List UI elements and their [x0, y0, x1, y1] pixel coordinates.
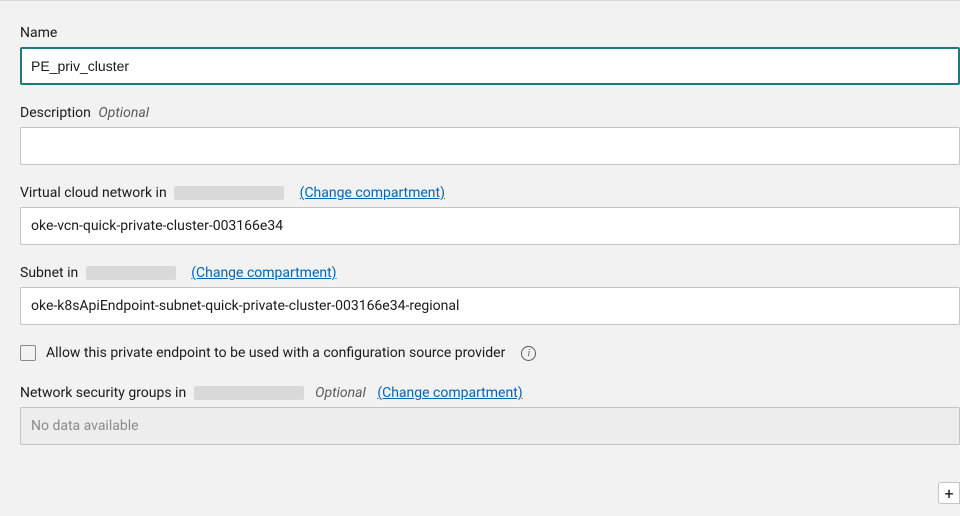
info-icon[interactable]: i: [521, 346, 536, 361]
description-label: Description Optional: [20, 105, 960, 121]
nsg-field-group: Network security groups in Optional (Cha…: [20, 385, 960, 445]
add-button[interactable]: +: [938, 482, 960, 504]
form-panel: Name Description Optional Virtual cloud …: [0, 0, 960, 516]
description-optional-text: Optional: [98, 105, 149, 121]
nsg-placeholder: No data available: [31, 418, 139, 434]
description-input[interactable]: [20, 127, 960, 165]
description-field-group: Description Optional: [20, 105, 960, 165]
subnet-label: Subnet in (Change compartment): [20, 265, 960, 281]
nsg-select[interactable]: No data available: [20, 407, 960, 445]
vcn-field-group: Virtual cloud network in (Change compart…: [20, 185, 960, 245]
subnet-select[interactable]: oke-k8sApiEndpoint-subnet-quick-private-…: [20, 287, 960, 325]
name-field-group: Name: [20, 25, 960, 85]
subnet-change-compartment-link[interactable]: (Change compartment): [191, 265, 336, 281]
vcn-label-prefix: Virtual cloud network in: [20, 185, 167, 201]
vcn-change-compartment-link[interactable]: (Change compartment): [300, 185, 445, 201]
allow-csp-checkbox-row: Allow this private endpoint to be used w…: [20, 345, 960, 361]
allow-csp-checkbox[interactable]: [20, 345, 36, 361]
vcn-compartment-redacted: [174, 186, 284, 200]
nsg-change-compartment-link[interactable]: (Change compartment): [377, 385, 522, 401]
name-input[interactable]: [20, 47, 960, 85]
vcn-label: Virtual cloud network in (Change compart…: [20, 185, 960, 201]
description-label-text: Description: [20, 105, 91, 121]
subnet-compartment-redacted: [86, 266, 176, 280]
vcn-select[interactable]: oke-vcn-quick-private-cluster-003166e34: [20, 207, 960, 245]
vcn-selected-value: oke-vcn-quick-private-cluster-003166e34: [31, 218, 283, 234]
subnet-field-group: Subnet in (Change compartment) oke-k8sAp…: [20, 265, 960, 325]
nsg-label-prefix: Network security groups in: [20, 385, 186, 401]
nsg-optional-text: Optional: [315, 385, 366, 401]
allow-csp-checkbox-label: Allow this private endpoint to be used w…: [46, 345, 505, 361]
subnet-selected-value: oke-k8sApiEndpoint-subnet-quick-private-…: [31, 298, 459, 314]
subnet-label-prefix: Subnet in: [20, 265, 78, 281]
name-label: Name: [20, 25, 960, 41]
plus-icon: +: [944, 484, 953, 503]
nsg-compartment-redacted: [194, 386, 304, 400]
nsg-label: Network security groups in Optional (Cha…: [20, 385, 960, 401]
